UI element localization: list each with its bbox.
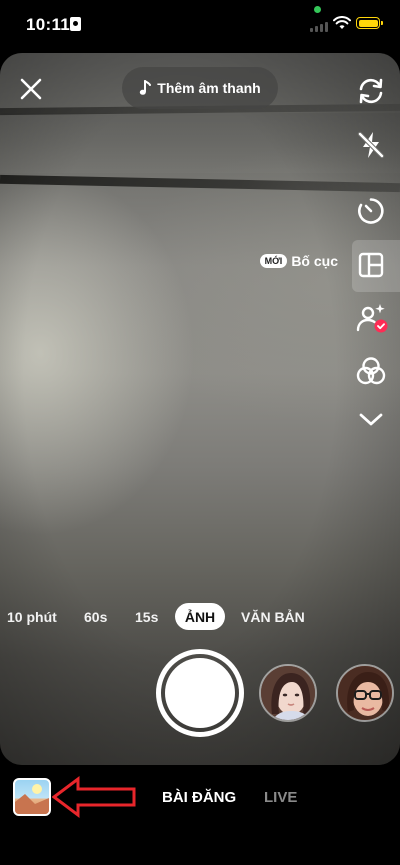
shutter-button[interactable] bbox=[156, 649, 244, 737]
effect-thumbnail[interactable] bbox=[336, 664, 394, 722]
cellular-signal-icon bbox=[310, 22, 330, 32]
mode-10-minutes[interactable]: 10 phút bbox=[7, 609, 57, 625]
layout-label: Bố cục bbox=[291, 253, 338, 269]
orientation-lock-icon bbox=[70, 17, 81, 31]
battery-icon bbox=[356, 17, 383, 29]
status-time: 10:11 bbox=[26, 15, 71, 34]
gallery-upload-button[interactable] bbox=[13, 778, 51, 816]
beauty-icon[interactable] bbox=[355, 303, 389, 335]
annotation-arrow bbox=[52, 776, 136, 818]
layout-label-row[interactable]: MỚI Bố cục bbox=[259, 253, 338, 269]
mode-60s[interactable]: 60s bbox=[84, 609, 107, 625]
filters-icon[interactable] bbox=[355, 356, 387, 386]
tab-post[interactable]: BÀI ĐĂNG bbox=[162, 789, 236, 806]
add-sound-label: Thêm âm thanh bbox=[157, 80, 261, 96]
flash-off-icon[interactable] bbox=[357, 130, 385, 160]
close-icon[interactable] bbox=[18, 76, 44, 102]
mode-15s[interactable]: 15s bbox=[135, 609, 158, 625]
timer-icon[interactable] bbox=[357, 197, 385, 225]
status-bar: 10:11 bbox=[0, 0, 400, 50]
camera-in-use-indicator bbox=[314, 6, 321, 13]
tab-live[interactable]: LIVE bbox=[264, 789, 297, 806]
effect-thumbnail[interactable] bbox=[259, 664, 317, 722]
add-sound-button[interactable]: Thêm âm thanh bbox=[122, 67, 278, 109]
music-note-icon bbox=[140, 80, 152, 95]
layout-icon[interactable] bbox=[358, 252, 384, 278]
mode-photo-selected[interactable]: ẢNH bbox=[175, 603, 225, 630]
mode-text[interactable]: VĂN BẢN bbox=[241, 609, 305, 625]
gallery-icon bbox=[15, 784, 49, 814]
new-badge: MỚI bbox=[259, 254, 288, 268]
chevron-down-icon[interactable] bbox=[358, 410, 384, 428]
flip-camera-icon[interactable] bbox=[356, 77, 386, 105]
wifi-icon bbox=[333, 16, 351, 29]
mode-photo-label: ẢNH bbox=[184, 608, 216, 625]
